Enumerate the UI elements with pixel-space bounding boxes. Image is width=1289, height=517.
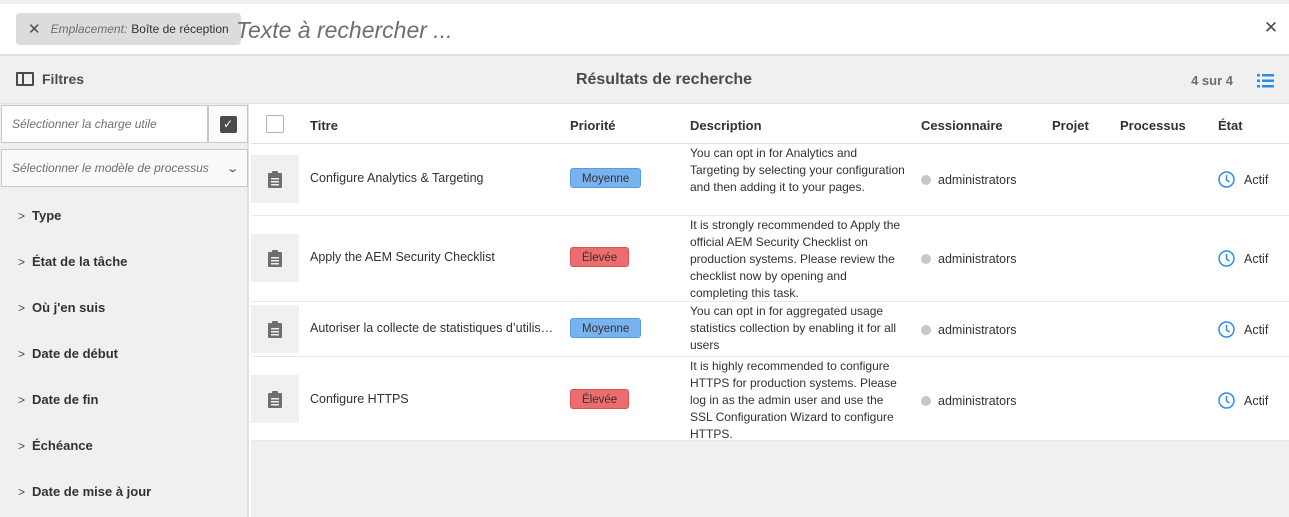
task-description: It is highly recommended to configure HT… <box>690 359 897 441</box>
chevron-right-icon: > <box>18 346 26 361</box>
task-status: Actif <box>1218 171 1268 188</box>
chevron-right-icon: > <box>18 484 26 499</box>
page-title: Résultats de recherche <box>575 71 753 88</box>
search-bar: ✕ Emplacement: Boîte de réception ✕ <box>0 0 1289 56</box>
clock-icon <box>1218 171 1235 188</box>
table-row[interactable]: Configure HTTPS Élevée It is highly reco… <box>251 357 1289 441</box>
priority-badge: Élevée <box>570 247 630 267</box>
clock-icon <box>1218 250 1235 267</box>
task-description: You can opt in for Analytics and Targeti… <box>690 146 905 194</box>
task-thumbnail[interactable] <box>251 155 299 203</box>
chevron-right-icon: > <box>18 392 26 407</box>
task-description: You can opt in for aggregated usage stat… <box>690 304 897 352</box>
task-status: Actif <box>1218 392 1268 409</box>
search-input[interactable] <box>236 12 1216 48</box>
clock-icon <box>1218 321 1235 338</box>
assignee-name: administrators <box>938 173 1017 187</box>
facet-label: État de la tâche <box>32 254 128 269</box>
facet-end-date[interactable]: > Date de fin <box>18 392 98 407</box>
facet-task-state[interactable]: > État de la tâche <box>18 254 127 269</box>
facet-type[interactable]: > Type <box>18 208 61 223</box>
status-text: Actif <box>1244 322 1269 337</box>
facet-label: Date de mise à jour <box>32 484 152 499</box>
table-row[interactable]: Apply the AEM Security Checklist Élevée … <box>251 216 1289 302</box>
status-text: Actif <box>1244 172 1269 187</box>
chevron-down-icon: ⌄ <box>225 162 240 175</box>
column-project[interactable]: Projet <box>1052 118 1089 133</box>
assignee-name: administrators <box>938 323 1017 337</box>
avatar <box>921 175 931 185</box>
table-row[interactable]: Autoriser la collecte de statistiques d’… <box>251 302 1289 357</box>
clipboard-icon <box>268 170 282 188</box>
facet-label: Date de fin <box>32 392 99 407</box>
results-header: Filtres Résultats de recherche 4 sur 4 <box>0 56 1289 104</box>
facet-start-date[interactable]: > Date de début <box>18 346 118 361</box>
payload-input[interactable] <box>1 105 208 143</box>
task-thumbnail[interactable] <box>251 305 299 353</box>
status-text: Actif <box>1244 251 1269 266</box>
clock-icon <box>1218 392 1235 409</box>
process-model-select[interactable]: Sélectionner le modèle de processus ⌄ <box>1 149 248 187</box>
top-edge <box>0 0 1289 4</box>
column-status[interactable]: État <box>1218 118 1243 133</box>
task-title: Apply the AEM Security Checklist <box>310 250 495 264</box>
column-description[interactable]: Description <box>690 118 762 133</box>
clipboard-icon <box>268 320 282 338</box>
process-model-placeholder: Sélectionner le modèle de processus <box>12 161 209 175</box>
chevron-right-icon: > <box>18 208 26 223</box>
select-all-checkbox[interactable] <box>266 115 284 133</box>
avatar <box>921 396 931 406</box>
chevron-right-icon: > <box>18 438 26 453</box>
task-assignee: administrators <box>921 394 1017 408</box>
facet-due-date[interactable]: > Échéance <box>18 438 93 453</box>
task-assignee: administrators <box>921 173 1017 187</box>
payload-select-button[interactable]: ✓ <box>208 105 248 143</box>
chevron-right-icon: > <box>18 254 26 269</box>
results-table: Titre Priorité Description Cessionnaire … <box>251 104 1289 517</box>
table-header: Titre Priorité Description Cessionnaire … <box>251 104 1289 144</box>
task-thumbnail[interactable] <box>251 234 299 282</box>
column-title[interactable]: Titre <box>310 118 338 133</box>
status-text: Actif <box>1244 393 1269 408</box>
task-status: Actif <box>1218 321 1268 338</box>
checkmark-icon: ✓ <box>219 115 237 133</box>
results-count: 4 sur 4 <box>1191 73 1233 88</box>
task-thumbnail[interactable] <box>251 375 299 423</box>
filters-sidebar: ✓ Sélectionner le modèle de processus ⌄ … <box>0 104 249 517</box>
column-priority[interactable]: Priorité <box>570 118 616 133</box>
location-label: Emplacement: <box>50 22 128 36</box>
close-icon[interactable]: ✕ <box>1263 19 1279 36</box>
list-view-icon[interactable] <box>1257 73 1274 89</box>
table-row[interactable]: Configure Analytics & Targeting Moyenne … <box>251 144 1289 216</box>
task-assignee: administrators <box>921 323 1017 337</box>
location-tag[interactable]: ✕ Emplacement: Boîte de réception <box>16 13 241 45</box>
column-assignee[interactable]: Cessionnaire <box>921 118 1003 133</box>
location-value: Boîte de réception <box>131 22 229 36</box>
task-status: Actif <box>1218 250 1268 267</box>
remove-location-icon[interactable]: ✕ <box>28 22 41 37</box>
assignee-name: administrators <box>938 252 1017 266</box>
task-title: Autoriser la collecte de statistiques d’… <box>310 321 555 335</box>
avatar <box>921 254 931 264</box>
priority-badge: Moyenne <box>570 318 642 338</box>
clipboard-icon <box>268 390 282 408</box>
avatar <box>921 325 931 335</box>
chevron-right-icon: > <box>18 300 26 315</box>
column-process[interactable]: Processus <box>1120 118 1186 133</box>
task-title: Configure HTTPS <box>310 392 409 406</box>
assignee-name: administrators <box>938 394 1017 408</box>
facet-update-date[interactable]: > Date de mise à jour <box>18 484 151 499</box>
facet-progress[interactable]: > Où j'en suis <box>18 300 105 315</box>
facet-label: Échéance <box>32 438 93 453</box>
facet-label: Où j'en suis <box>32 300 106 315</box>
facet-label: Type <box>32 208 62 223</box>
task-assignee: administrators <box>921 252 1017 266</box>
facet-label: Date de début <box>32 346 118 361</box>
clipboard-icon <box>268 249 282 267</box>
priority-badge: Élevée <box>570 389 630 409</box>
priority-badge: Moyenne <box>570 168 642 188</box>
task-description: It is strongly recommended to Apply the … <box>690 218 901 300</box>
task-title: Configure Analytics & Targeting <box>310 171 484 185</box>
